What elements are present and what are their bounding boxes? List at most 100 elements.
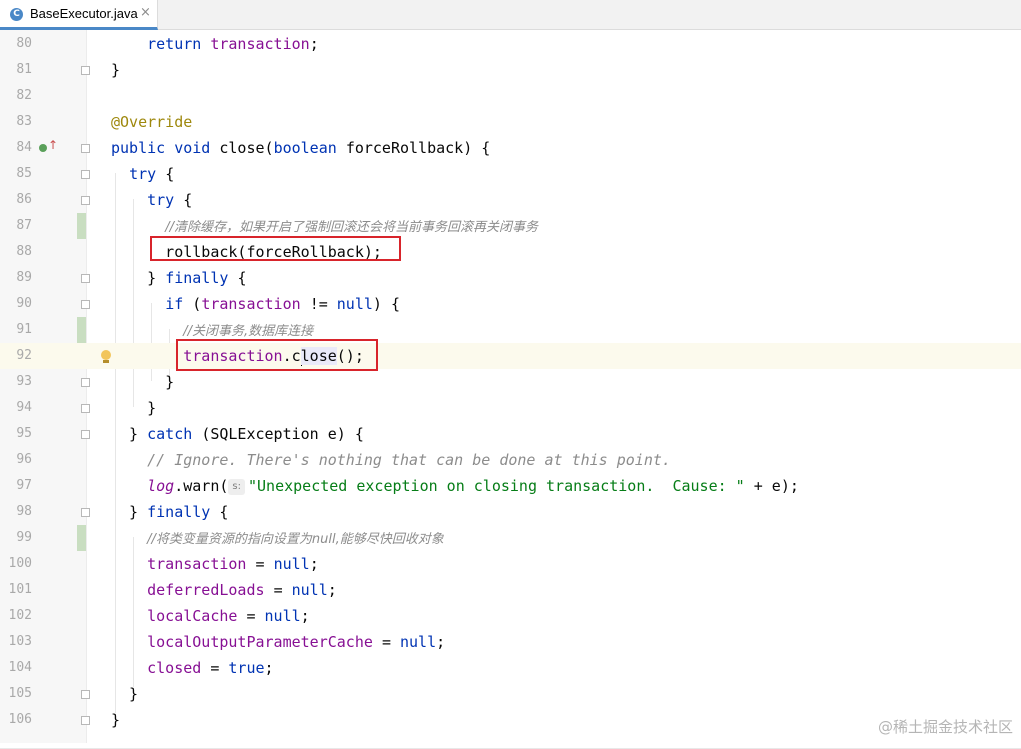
code-text[interactable]: } <box>111 395 156 421</box>
code-line[interactable]: 81} <box>0 57 1021 83</box>
code-text[interactable]: try { <box>111 161 174 187</box>
code-line[interactable]: 83 @Override <box>0 109 1021 135</box>
code-token: localCache <box>147 607 247 625</box>
line-number: 83 <box>16 114 32 129</box>
code-line[interactable]: 94 } <box>0 395 1021 421</box>
fold-marker-icon[interactable] <box>81 66 90 75</box>
fold-marker-icon[interactable] <box>81 300 90 309</box>
code-text[interactable]: } finally { <box>111 265 246 291</box>
code-text[interactable]: closed = true; <box>111 655 273 681</box>
code-token: // Ignore. There's nothing that can be d… <box>147 451 671 469</box>
code-text[interactable]: } <box>111 57 120 83</box>
highlight-box-rollback <box>150 236 401 261</box>
code-text[interactable]: } <box>111 707 120 733</box>
line-number: 95 <box>16 426 32 441</box>
code-text[interactable]: public void close(boolean forceRollback)… <box>111 135 490 161</box>
code-text[interactable]: return transaction; <box>111 31 319 57</box>
code-text[interactable]: } finally { <box>111 499 228 525</box>
tab-base-executor[interactable]: C BaseExecutor.java × <box>0 0 158 30</box>
close-tab-icon[interactable]: × <box>140 5 151 20</box>
editor-tab-bar: C BaseExecutor.java × <box>0 0 1021 30</box>
code-token: if <box>165 295 193 313</box>
fold-marker-icon[interactable] <box>81 430 90 439</box>
code-text[interactable]: if (transaction != null) { <box>111 291 400 317</box>
line-number: 99 <box>16 530 32 545</box>
fold-marker-icon[interactable] <box>81 690 90 699</box>
code-line[interactable]: 90 if (transaction != null) { <box>0 291 1021 317</box>
code-text[interactable]: } <box>111 681 138 707</box>
code-line[interactable]: 97 log.warn(s: "Unexpected exception on c… <box>0 473 1021 499</box>
code-line[interactable]: 93 } <box>0 369 1021 395</box>
code-editor[interactable]: 80 return transaction; 81} 82 83 @Override 84… <box>0 30 1021 749</box>
code-line[interactable]: 92 transaction.close(); <box>0 343 1021 369</box>
line-number: 106 <box>8 712 32 727</box>
fold-marker-icon[interactable] <box>81 274 90 283</box>
code-line[interactable]: 95 } catch (SQLException e) { <box>0 421 1021 447</box>
code-token: return <box>147 35 211 53</box>
code-token: } <box>111 503 148 521</box>
code-text[interactable]: deferredLoads = null; <box>111 577 337 603</box>
java-class-icon: C <box>10 8 23 21</box>
lightbulb-icon[interactable] <box>101 350 111 360</box>
code-line[interactable]: 86 try { <box>0 187 1021 213</box>
code-token: + e); <box>753 477 799 495</box>
code-line[interactable]: 99 //将类变量资源的指向设置为null,能够尽快回收对象 <box>0 525 1021 551</box>
fold-marker-icon[interactable] <box>81 404 90 413</box>
line-number: 100 <box>8 556 32 571</box>
vcs-change-marker[interactable] <box>77 213 86 239</box>
code-line[interactable]: 100 transaction = null; <box>0 551 1021 577</box>
code-text[interactable]: localCache = null; <box>111 603 310 629</box>
code-line[interactable]: 82 <box>0 83 1021 109</box>
code-text[interactable]: localOutputParameterCache = null; <box>111 629 445 655</box>
code-line[interactable]: 101 deferredLoads = null; <box>0 577 1021 603</box>
code-text[interactable]: } catch (SQLException e) { <box>111 421 364 447</box>
code-text[interactable]: } <box>111 369 174 395</box>
code-token: true <box>228 659 265 677</box>
fold-marker-icon[interactable] <box>81 144 90 153</box>
code-line[interactable]: 80 return transaction; <box>0 31 1021 57</box>
code-text[interactable]: try { <box>111 187 192 213</box>
code-line[interactable]: 102 localCache = null; <box>0 603 1021 629</box>
code-token: ; <box>309 555 319 573</box>
code-text[interactable]: // Ignore. There's nothing that can be d… <box>111 447 671 473</box>
code-token: //清除缓存，如果开启了强制回滚还会将当前事务回滚再关闭事务 <box>165 220 538 235</box>
code-line[interactable]: 104 closed = true; <box>0 655 1021 681</box>
fold-marker-icon[interactable] <box>81 378 90 387</box>
code-line[interactable]: 85 try { <box>0 161 1021 187</box>
code-line[interactable]: 105 } <box>0 681 1021 707</box>
code-text[interactable]: @Override <box>111 109 192 135</box>
code-token: boolean <box>273 139 346 157</box>
code-line[interactable]: 98 } finally { <box>0 499 1021 525</box>
code-line[interactable]: 91 //关闭事务,数据库连接 <box>0 317 1021 343</box>
code-token: = <box>381 633 400 651</box>
code-token: transaction <box>210 35 310 53</box>
code-token: } <box>111 685 139 703</box>
vcs-change-marker[interactable] <box>77 317 86 343</box>
fold-marker-icon[interactable] <box>81 170 90 179</box>
code-line[interactable]: 84 ↑ public void close(boolean forceRollba… <box>0 135 1021 161</box>
line-number: 102 <box>8 608 32 623</box>
vcs-change-marker[interactable] <box>77 525 86 551</box>
fold-marker-icon[interactable] <box>81 196 90 205</box>
code-token: null <box>400 633 437 651</box>
code-line[interactable]: 106} <box>0 707 1021 733</box>
code-token: null <box>264 607 301 625</box>
code-line[interactable]: 89 } finally { <box>0 265 1021 291</box>
override-arrow-icon[interactable]: ↑ <box>48 138 58 152</box>
code-text[interactable]: log.warn(s: "Unexpected exception on clos… <box>111 473 799 499</box>
code-text[interactable]: //将类变量资源的指向设置为null,能够尽快回收对象 <box>111 525 444 553</box>
code-line[interactable]: 103 localOutputParameterCache = null; <box>0 629 1021 655</box>
implementing-method-icon[interactable] <box>39 144 47 152</box>
lightbulb-base <box>103 360 109 363</box>
code-line[interactable]: 96 // Ignore. There's nothing that can b… <box>0 447 1021 473</box>
fold-marker-icon[interactable] <box>81 508 90 517</box>
code-token: .warn( <box>174 477 229 495</box>
fold-marker-icon[interactable] <box>81 716 90 725</box>
code-token: close( <box>219 139 274 157</box>
line-number: 81 <box>16 62 32 77</box>
code-text[interactable]: transaction = null; <box>111 551 319 577</box>
line-number: 82 <box>16 88 32 103</box>
